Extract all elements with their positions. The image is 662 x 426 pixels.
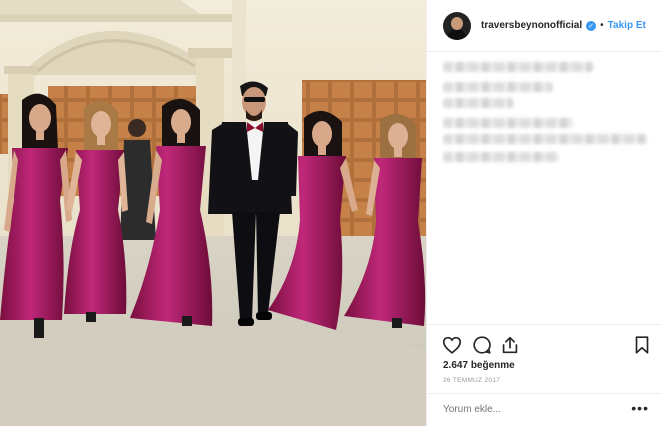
more-options-icon[interactable]: •••	[631, 401, 649, 415]
separator-dot: •	[600, 20, 604, 31]
likes-number: 2.647	[443, 360, 469, 371]
comment-input[interactable]	[443, 404, 623, 415]
verified-badge-icon: ✓	[586, 20, 597, 31]
post-actions: 2.647 beğenme 26 TEMMUZ 2017 •••	[427, 324, 662, 424]
wedding-party-image	[0, 0, 426, 426]
post-sidebar: traversbeynonofficial ✓ • Takip Et 2.647…	[426, 0, 662, 426]
follow-button[interactable]: Takip Et	[608, 20, 646, 31]
likes-word: beğenme	[470, 360, 515, 371]
post-header: traversbeynonofficial ✓ • Takip Et	[427, 0, 662, 52]
post-date: 26 TEMMUZ 2017	[443, 377, 501, 384]
avatar[interactable]	[443, 11, 471, 40]
username-link[interactable]: traversbeynonofficial	[481, 20, 582, 31]
bookmark-icon[interactable]	[631, 334, 653, 356]
comment-bubble-icon[interactable]	[471, 334, 493, 356]
comment-row: •••	[427, 393, 662, 425]
post-photo[interactable]	[0, 0, 426, 426]
heart-icon[interactable]	[441, 334, 463, 356]
blurred-caption	[441, 58, 651, 178]
like-count[interactable]: 2.647 beğenme	[443, 360, 515, 371]
share-icon[interactable]	[499, 334, 521, 356]
